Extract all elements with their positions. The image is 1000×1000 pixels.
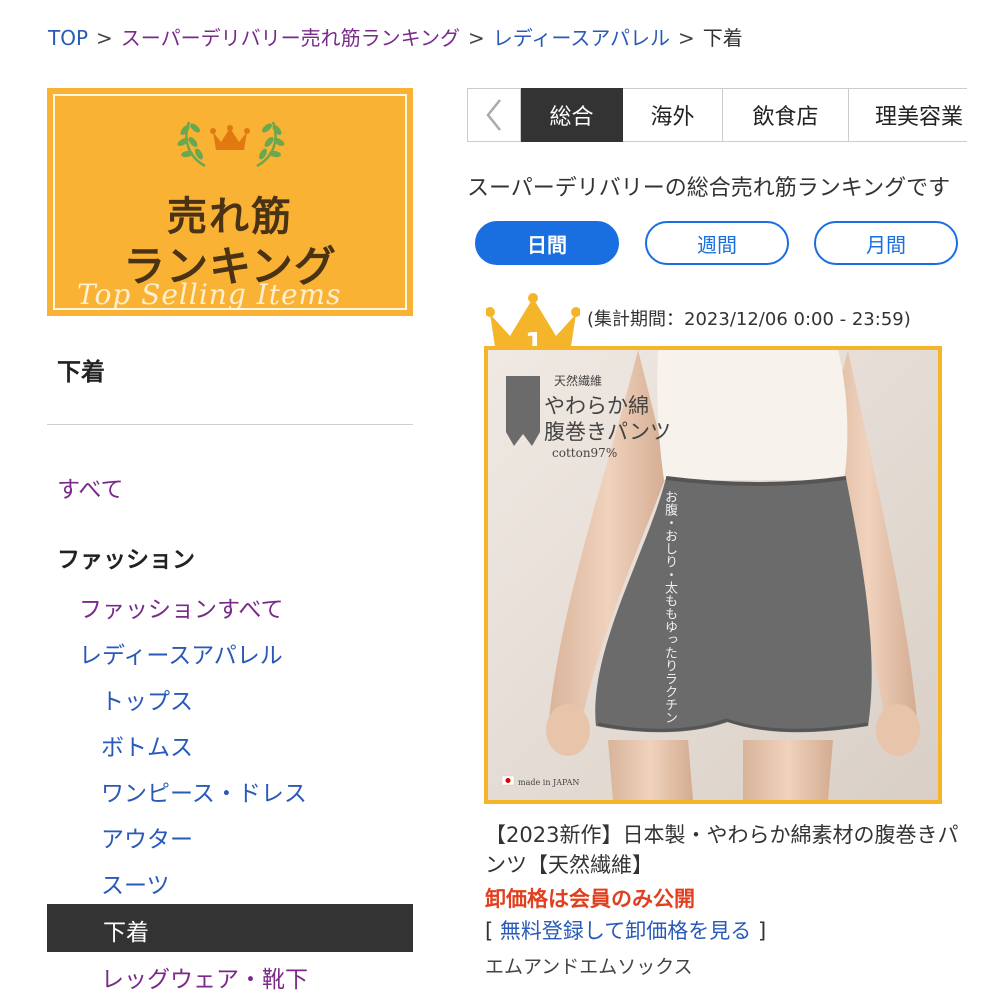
- ranking-description: スーパーデリバリーの総合売れ筋ランキングです: [467, 176, 951, 201]
- laurel-right-icon: [256, 121, 285, 168]
- register-link-wrapper: [ 無料登録して卸価格を見る ]: [485, 915, 766, 945]
- sidebar-item-underwear[interactable]: 下着: [47, 904, 413, 952]
- image-vertical-caption: お腹・おしり・太ももゆったりラクチン: [662, 490, 677, 724]
- register-bracket-close: ]: [757, 919, 767, 943]
- sidebar-category-heading: ファッション: [57, 547, 195, 573]
- image-title-line2: 腹巻きパンツ: [544, 420, 672, 444]
- sidebar-item-suits[interactable]: スーツ: [101, 866, 170, 900]
- tab-prev-button[interactable]: [467, 88, 521, 142]
- sidebar-item-fashion-all[interactable]: ファッションすべて: [79, 590, 283, 624]
- breadcrumb-separator: >: [677, 26, 695, 50]
- period-weekly-button[interactable]: 週間: [645, 221, 789, 265]
- tab-overseas[interactable]: 海外: [623, 88, 723, 142]
- period-monthly-button[interactable]: 月間: [814, 221, 958, 265]
- sidebar-divider: [47, 424, 413, 425]
- breadcrumb-ranking-link[interactable]: スーパーデリバリー売れ筋ランキング: [121, 26, 460, 50]
- sidebar-item-outer[interactable]: アウター: [101, 820, 193, 854]
- banner-subtitle: Top Selling Items: [77, 278, 342, 311]
- sidebar-item-onepiece-dress[interactable]: ワンピース・ドレス: [101, 774, 307, 808]
- breadcrumb-separator: >: [468, 26, 485, 50]
- product-title[interactable]: 【2023新作】日本製・やわらか綿素材の腹巻きパンツ【天然繊維】: [485, 820, 965, 880]
- tab-beauty[interactable]: 理美容業: [849, 88, 967, 142]
- breadcrumb: TOP > スーパーデリバリー売れ筋ランキング > レディースアパレル > 下着: [48, 22, 743, 51]
- breadcrumb-top-link[interactable]: TOP: [48, 26, 88, 50]
- sidebar-heading: 下着: [57, 358, 105, 386]
- tab-overall[interactable]: 総合: [521, 88, 623, 142]
- image-natural-fiber-label: 天然繊維: [554, 374, 603, 388]
- ranking-tabs: 総合 海外 飲食店 理美容業: [467, 88, 967, 144]
- product-image[interactable]: 天然繊維 やわらか綿 腹巻きパンツ cotton97% お腹・おしり・太ももゆっ…: [484, 346, 942, 804]
- maker-name[interactable]: エムアンドエムソックス: [485, 952, 693, 979]
- sidebar-item-tops[interactable]: トップス: [101, 682, 193, 716]
- aggregation-period: (集計期間：2023/12/06 0:00 - 23:59): [587, 309, 911, 330]
- laurel-left-icon: [177, 121, 206, 168]
- crown-icon: [210, 125, 250, 150]
- sidebar-item-ladies-apparel[interactable]: レディースアパレル: [79, 636, 283, 670]
- sidebar-item-bottoms[interactable]: ボトムス: [101, 728, 193, 762]
- breadcrumb-separator: >: [96, 26, 113, 50]
- price-notice: 卸価格は会員のみ公開: [485, 887, 695, 911]
- image-made-in-label: made in JAPAN: [518, 778, 580, 787]
- sidebar-item-all[interactable]: すべて: [57, 470, 123, 504]
- period-daily-button[interactable]: 日間: [475, 221, 619, 265]
- register-bracket-open: [: [485, 919, 494, 943]
- sidebar-item-legwear-socks[interactable]: レッグウェア・靴下: [101, 960, 308, 994]
- tab-restaurant[interactable]: 飲食店: [723, 88, 849, 142]
- image-cotton-label: cotton97%: [552, 446, 618, 460]
- chevron-left-icon: [486, 99, 501, 131]
- breadcrumb-current: 下着: [702, 26, 743, 50]
- ranking-banner[interactable]: 売れ筋 ランキング Top Selling Items: [47, 88, 413, 316]
- sidebar-item-label: 下着: [103, 920, 149, 946]
- register-to-view-price-link[interactable]: 無料登録して卸価格を見る: [500, 919, 751, 943]
- breadcrumb-category-link[interactable]: レディースアパレル: [493, 26, 670, 50]
